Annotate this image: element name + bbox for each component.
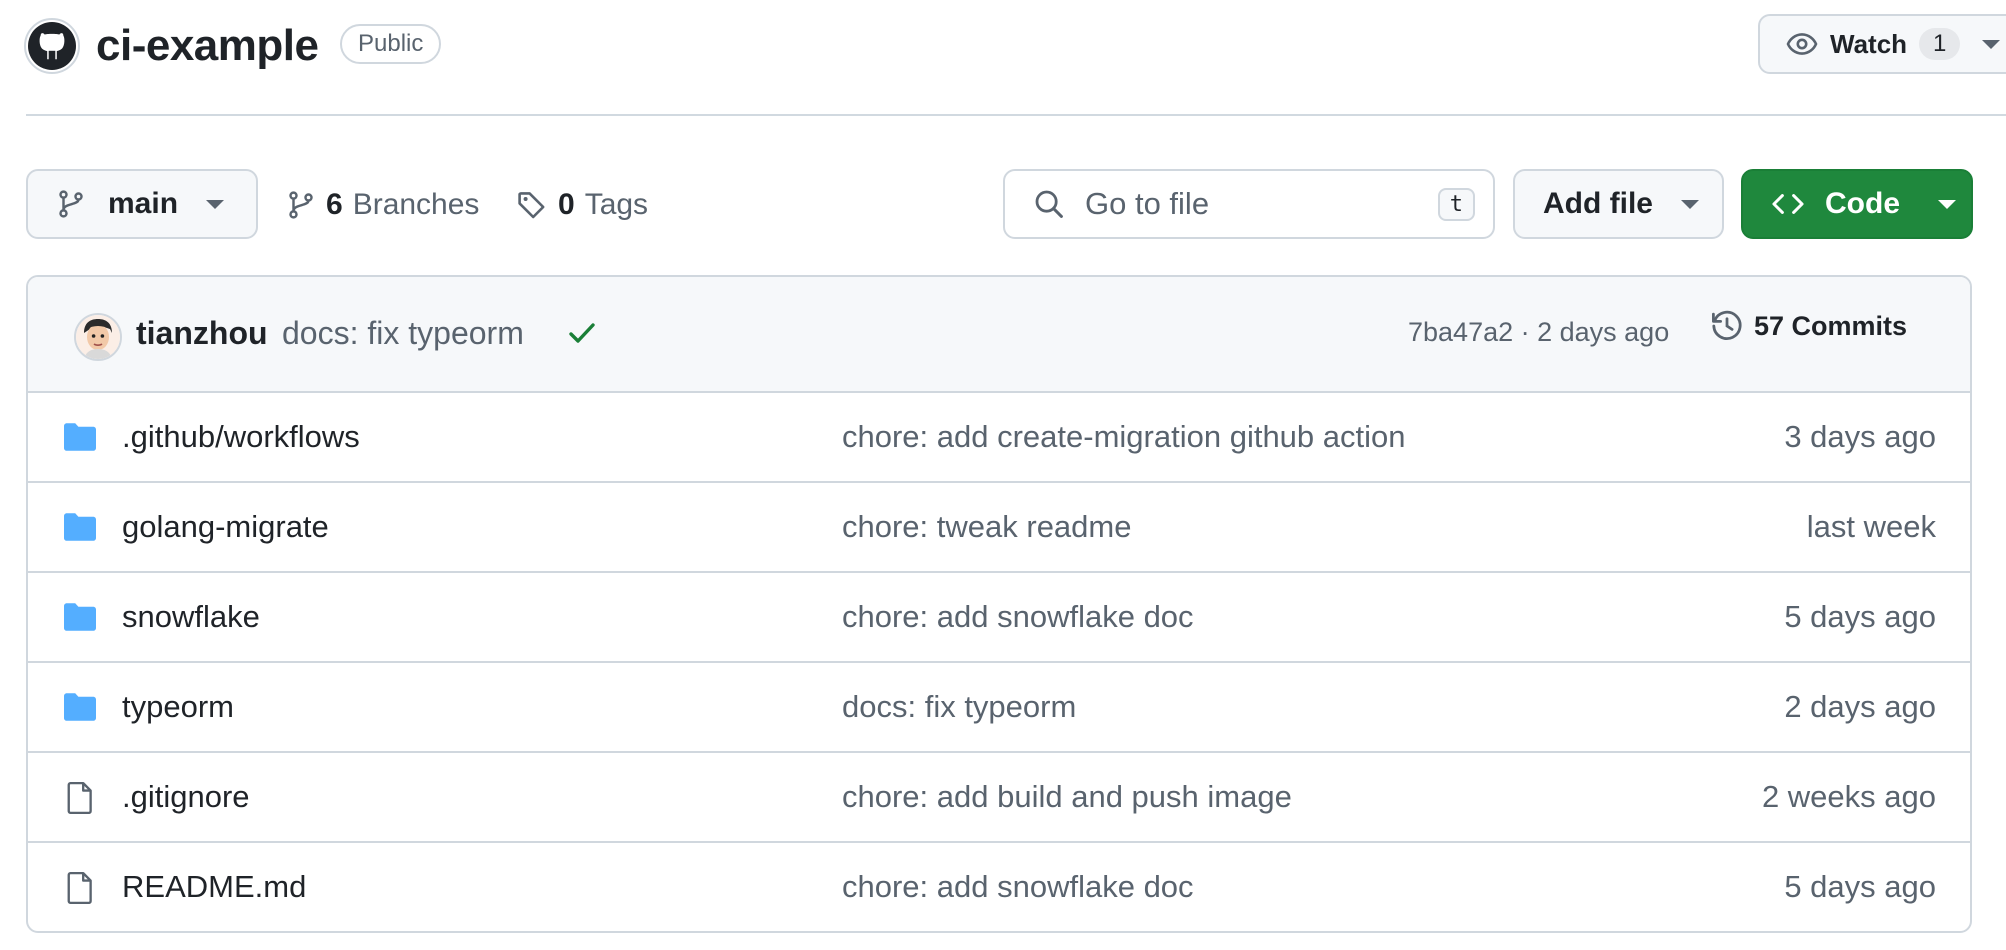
repo-name[interactable]: ci-example (96, 14, 319, 78)
file-commit-message[interactable]: chore: tweak readme (842, 509, 1131, 545)
commit-author[interactable]: tianzhou (136, 315, 268, 352)
file-name-link[interactable]: snowflake (122, 599, 260, 635)
file-row[interactable]: golang-migrate chore: tweak readme last … (28, 483, 1970, 573)
file-commit-time: 2 weeks ago (1761, 779, 1936, 814)
git-branch-icon (289, 191, 313, 219)
search-shortcut-hint: t (1437, 187, 1475, 221)
watch-button[interactable]: Watch 1 (1758, 14, 2006, 74)
folder-icon (62, 601, 98, 633)
code-label: Code (1825, 187, 1900, 220)
latest-commit-bar: tianzhou docs: fix typeorm 7ba47a2 · 2 d… (28, 277, 1970, 393)
chevron-down-icon (206, 199, 225, 209)
file-name-link[interactable]: typeorm (122, 689, 234, 725)
tag-icon (518, 192, 545, 219)
branches-link[interactable]: 6 Branches (286, 182, 479, 228)
file-name-link[interactable]: .github/workflows (122, 419, 360, 455)
check-icon[interactable] (566, 317, 598, 349)
folder-icon (62, 691, 98, 723)
file-commit-message[interactable]: chore: add build and push image (842, 779, 1292, 815)
go-to-file-input[interactable]: Go to file t (1003, 169, 1495, 239)
file-commit-time: 3 days ago (1784, 419, 1936, 454)
folder-icon (62, 511, 98, 543)
add-file-label: Add file (1543, 187, 1653, 220)
file-name-link[interactable]: .gitignore (122, 779, 250, 815)
file-commit-message[interactable]: docs: fix typeorm (842, 689, 1076, 725)
file-commit-message[interactable]: chore: add snowflake doc (842, 599, 1194, 635)
git-branch-icon (59, 190, 83, 218)
commit-history-link[interactable]: 57 Commits (1710, 309, 1907, 343)
file-commit-message[interactable]: chore: add create-migration github actio… (842, 419, 1406, 455)
header-divider (26, 114, 2006, 116)
file-row[interactable]: README.md chore: add snowflake doc 5 day… (28, 843, 1970, 931)
visibility-badge: Public (340, 24, 442, 64)
file-row[interactable]: .gitignore chore: add build and push ima… (28, 753, 1970, 843)
file-icon (62, 871, 98, 905)
file-commit-message[interactable]: chore: add snowflake doc (842, 869, 1194, 905)
chevron-down-icon (1938, 199, 1956, 209)
watch-label: Watch (1830, 28, 1908, 59)
file-commit-time: last week (1806, 509, 1936, 544)
file-commit-time: 2 days ago (1784, 689, 1936, 724)
file-browser: tianzhou docs: fix typeorm 7ba47a2 · 2 d… (26, 275, 1972, 933)
commit-message[interactable]: docs: fix typeorm (282, 315, 524, 352)
avatar[interactable] (74, 313, 122, 361)
tags-label: Tags (584, 188, 649, 221)
file-icon (62, 781, 98, 815)
repo-owner-avatar[interactable] (24, 18, 80, 74)
search-placeholder: Go to file (1085, 186, 1210, 221)
octocat-icon (28, 22, 76, 70)
code-button[interactable]: Code (1741, 169, 1973, 239)
file-commit-time: 5 days ago (1784, 869, 1936, 904)
file-name-link[interactable]: README.md (122, 869, 306, 905)
tags-count: 0 (558, 188, 575, 221)
user-avatar-icon (76, 315, 120, 359)
search-icon (1035, 190, 1063, 218)
file-row[interactable]: .github/workflows chore: add create-migr… (28, 393, 1970, 483)
folder-icon (62, 421, 98, 453)
chevron-down-icon (1982, 39, 2001, 49)
commit-meta[interactable]: 7ba47a2 · 2 days ago (1408, 317, 1669, 348)
file-name-link[interactable]: golang-migrate (122, 509, 329, 545)
branches-count: 6 (326, 188, 343, 221)
branch-select-button[interactable]: main (26, 169, 258, 239)
chevron-down-icon (1681, 199, 1699, 209)
watch-count: 1 (1919, 28, 1961, 60)
branch-name: main (108, 187, 179, 220)
file-row[interactable]: snowflake chore: add snowflake doc 5 day… (28, 573, 1970, 663)
commits-label: 57 Commits (1754, 310, 1908, 341)
eye-icon (1786, 33, 1818, 55)
tags-link[interactable]: 0 Tags (516, 182, 648, 228)
add-file-button[interactable]: Add file (1513, 169, 1724, 239)
file-list: .github/workflows chore: add create-migr… (28, 393, 1970, 931)
file-commit-time: 5 days ago (1784, 599, 1936, 634)
file-row[interactable]: typeorm docs: fix typeorm 2 days ago (28, 663, 1970, 753)
history-icon (1712, 310, 1742, 340)
code-icon (1772, 194, 1804, 214)
branches-label: Branches (352, 188, 480, 221)
